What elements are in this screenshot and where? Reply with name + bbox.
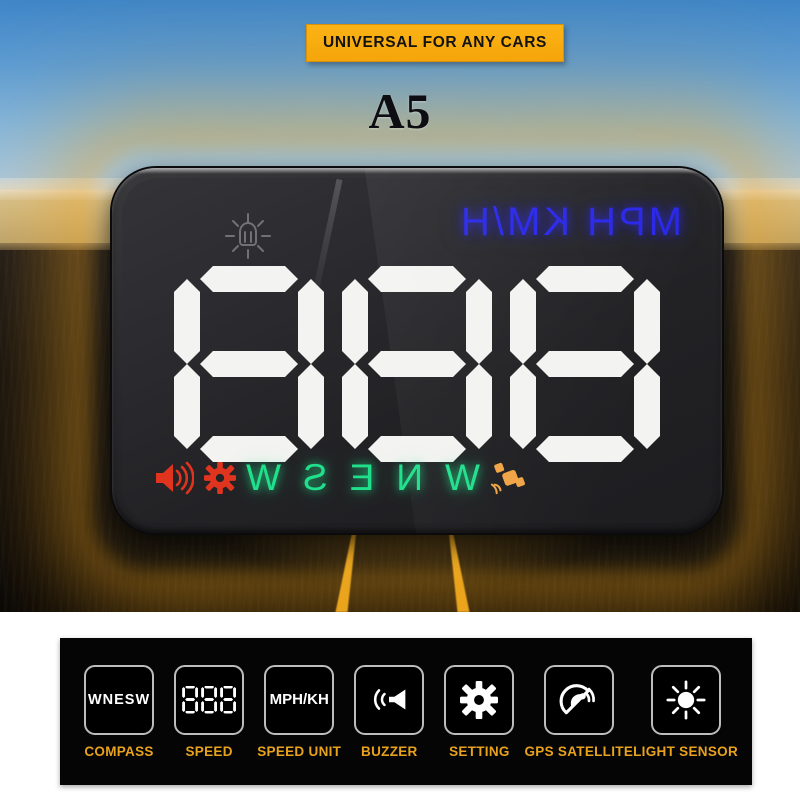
feature-item-buzzer[interactable]: BUZZER: [344, 664, 434, 759]
speaker-icon: [354, 664, 425, 735]
feature-label: COMPASS: [84, 743, 154, 759]
speaker-icon: [152, 461, 194, 495]
compass-letter: W: [246, 457, 281, 498]
header-banner-text: UNIVERSAL FOR ANY CARS: [323, 34, 547, 51]
compass-letter: S: [302, 457, 328, 498]
gear-icon: [444, 664, 515, 735]
sun-icon: [650, 664, 721, 735]
feature-box-text: WNESW: [87, 691, 151, 708]
compass-letters-display: W N E S W: [246, 457, 480, 499]
device-bezel-highlight: [112, 168, 722, 174]
compass-letter: N: [396, 457, 424, 498]
compass-letters-icon: WNESW: [84, 664, 155, 735]
speed-digit: [174, 266, 324, 462]
compass-letter: W: [445, 457, 480, 498]
feature-item-speed-unit[interactable]: MPH/KH SPEED UNIT: [254, 664, 344, 759]
speed-unit-display: MPH KM/H: [458, 200, 682, 244]
feature-label: SPEED: [185, 743, 233, 759]
feature-item-light-sensor[interactable]: LIGHT SENSOR: [633, 664, 738, 759]
speed-unit-icon: MPH/KH: [264, 664, 335, 735]
sun-light-sensor-icon: [222, 210, 274, 262]
satellite-dish-icon: [543, 664, 614, 735]
hud-device[interactable]: MPH KM/H W N E S W: [112, 168, 722, 533]
feature-label: SETTING: [449, 743, 510, 759]
gear-icon: [204, 462, 236, 494]
speed-digits-display: [144, 264, 690, 464]
speed-digit: [342, 266, 492, 462]
speed-digit: [510, 266, 660, 462]
feature-box-text: MPH/KH: [269, 691, 329, 708]
feature-label: BUZZER: [361, 743, 418, 759]
feature-label: GPS SATELLITE: [524, 743, 634, 759]
feature-item-setting[interactable]: SETTING: [434, 664, 524, 759]
satellite-icon: [490, 460, 528, 496]
product-model-name: A5: [368, 83, 432, 139]
compass-letter: E: [349, 457, 375, 498]
feature-item-speed[interactable]: SPEED: [164, 664, 254, 759]
feature-label: SPEED UNIT: [257, 743, 342, 759]
feature-strip: WNESW COMPASS SPEED MPH/KH SPEED UNIT BU…: [60, 638, 752, 785]
header-banner: UNIVERSAL FOR ANY CARS: [306, 24, 564, 62]
feature-item-gps-satellite[interactable]: GPS SATELLITE: [524, 664, 634, 759]
feature-label: LIGHT SENSOR: [633, 743, 738, 759]
seven-segment-digits-icon: [174, 664, 245, 735]
feature-item-compass[interactable]: WNESW COMPASS: [74, 664, 164, 759]
hud-status-row: W N E S W: [152, 455, 682, 501]
hud-screen: MPH KM/H W N E S W: [122, 168, 722, 533]
